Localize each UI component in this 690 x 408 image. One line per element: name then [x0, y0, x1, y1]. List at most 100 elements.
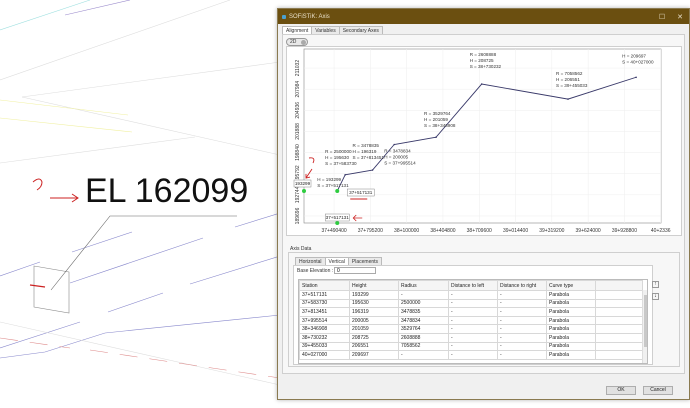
vertex-point — [372, 169, 374, 171]
ok-button[interactable]: OK — [606, 386, 636, 395]
table-cell[interactable]: 39+455033 — [300, 342, 350, 351]
point-annotation: R = 2608888 — [470, 52, 497, 57]
move-up-button[interactable]: ↑ — [652, 281, 659, 288]
column-header[interactable]: Radius — [399, 281, 449, 291]
table-cell[interactable]: - — [449, 325, 498, 334]
table-scrollbar[interactable] — [642, 290, 648, 364]
table-cell[interactable]: 2500000 — [399, 299, 449, 308]
table-cell[interactable]: - — [498, 325, 547, 334]
table-cell[interactable] — [596, 351, 643, 360]
y-tick-label: 201888 — [295, 123, 301, 140]
table-cell[interactable]: 3529764 — [399, 325, 449, 334]
table-cell[interactable]: - — [498, 333, 547, 342]
table-cell[interactable]: - — [399, 291, 449, 300]
vertex-point — [567, 98, 569, 100]
table-cell[interactable]: Parabola — [547, 342, 596, 351]
table-cell[interactable]: - — [449, 308, 498, 317]
table-cell[interactable]: - — [449, 316, 498, 325]
x-tick-label: 40+2336 — [651, 228, 671, 234]
table-cell[interactable]: - — [449, 299, 498, 308]
table-row[interactable]: 37+8134511963193478835--Parabola — [300, 308, 643, 317]
table-cell[interactable]: 38+730232 — [300, 333, 350, 342]
table-cell[interactable]: 37+583730 — [300, 299, 350, 308]
vertex-point — [393, 144, 395, 146]
cursor-readout: 37+517131 — [349, 190, 373, 195]
y-tick-label: 207984 — [295, 81, 301, 98]
table-cell[interactable] — [596, 316, 643, 325]
vertex-point — [435, 136, 437, 138]
table-row[interactable]: 37+9955142000053478834--Parabola — [300, 316, 643, 325]
table-cell[interactable]: 208725 — [350, 333, 399, 342]
table-cell[interactable]: 37+995514 — [300, 316, 350, 325]
table-row[interactable]: 38+7302322087252608888--Parabola — [300, 333, 643, 342]
point-annotation: S = 37+583730 — [325, 161, 357, 166]
x-tick-label: 39+624000 — [576, 228, 601, 234]
table-cell[interactable]: 193299 — [350, 291, 399, 300]
table-cell[interactable]: 206551 — [350, 342, 399, 351]
table-cell[interactable]: Parabola — [547, 351, 596, 360]
cancel-button[interactable]: Cancel — [643, 386, 673, 395]
table-cell[interactable] — [596, 325, 643, 334]
table-cell[interactable]: - — [498, 342, 547, 351]
table-cell[interactable]: - — [449, 291, 498, 300]
point-annotation: S = 39+455033 — [556, 83, 588, 88]
table-row[interactable]: 39+4550332065517058562--Parabola — [300, 342, 643, 351]
plot-area — [304, 49, 661, 223]
cursor-marker — [335, 189, 339, 193]
table-cell[interactable]: - — [498, 351, 547, 360]
move-down-button[interactable]: ↓ — [652, 293, 659, 300]
table-cell[interactable]: Parabola — [547, 308, 596, 317]
base-elevation-input[interactable]: 0 — [334, 267, 376, 274]
table-cell[interactable]: - — [449, 333, 498, 342]
table-row[interactable]: 37+517131193299---Parabola — [300, 291, 643, 300]
table-cell[interactable] — [596, 342, 643, 351]
table-cell[interactable]: 200005 — [350, 316, 399, 325]
table-cell[interactable]: Parabola — [547, 325, 596, 334]
table-cell[interactable]: 195630 — [350, 299, 399, 308]
table-cell[interactable]: 40+027000 — [300, 351, 350, 360]
x-tick-label: 39+319200 — [539, 228, 564, 234]
table-cell[interactable]: 3478834 — [399, 316, 449, 325]
column-header[interactable]: Distance to left — [449, 281, 498, 291]
table-cell[interactable]: - — [498, 299, 547, 308]
table-cell[interactable] — [596, 299, 643, 308]
table-cell[interactable]: - — [449, 351, 498, 360]
column-header[interactable]: Station — [300, 281, 350, 291]
table-cell[interactable]: - — [498, 308, 547, 317]
table-cell[interactable]: - — [449, 342, 498, 351]
table-cell[interactable]: Parabola — [547, 316, 596, 325]
table-cell[interactable]: - — [399, 351, 449, 360]
table-cell[interactable]: 209697 — [350, 351, 399, 360]
x-tick-label: 37+490400 — [321, 228, 346, 234]
table-row[interactable]: 40+027000209697---Parabola — [300, 351, 643, 360]
column-header[interactable]: Curve type — [547, 281, 596, 291]
point-annotation: S = 38+346908 — [424, 123, 456, 128]
table-cell[interactable]: 201059 — [350, 325, 399, 334]
column-header[interactable] — [596, 281, 643, 291]
column-header[interactable]: Height — [350, 281, 399, 291]
table-cell[interactable]: 37+813451 — [300, 308, 350, 317]
table-cell[interactable]: 7058562 — [399, 342, 449, 351]
point-annotation: R = 7058562 — [556, 71, 583, 76]
table-cell[interactable] — [596, 333, 643, 342]
table-cell[interactable] — [596, 291, 643, 300]
table-cell[interactable]: Parabola — [547, 291, 596, 300]
table-cell[interactable]: 37+517131 — [300, 291, 350, 300]
table-cell[interactable]: - — [498, 291, 547, 300]
point-annotation: H = 201059 — [424, 117, 448, 122]
table-row[interactable]: 37+5837301956302500000--Parabola — [300, 299, 643, 308]
table-cell[interactable]: 196319 — [350, 308, 399, 317]
table-cell[interactable]: 38+346908 — [300, 325, 350, 334]
table-cell[interactable]: Parabola — [547, 333, 596, 342]
profile-chart[interactable]: 37+49040037+79520038+10000038+40480038+7… — [278, 9, 690, 249]
table-row[interactable]: 38+3469082010593529764--Parabola — [300, 325, 643, 334]
scrollbar-thumb[interactable] — [644, 295, 647, 347]
table-cell[interactable]: 3478835 — [399, 308, 449, 317]
table-cell[interactable] — [596, 308, 643, 317]
point-annotation: H = 206551 — [556, 77, 580, 82]
vertex-point — [344, 174, 346, 176]
table-cell[interactable]: - — [498, 316, 547, 325]
column-header[interactable]: Distance to right — [498, 281, 547, 291]
table-cell[interactable]: 2608888 — [399, 333, 449, 342]
table-cell[interactable]: Parabola — [547, 299, 596, 308]
